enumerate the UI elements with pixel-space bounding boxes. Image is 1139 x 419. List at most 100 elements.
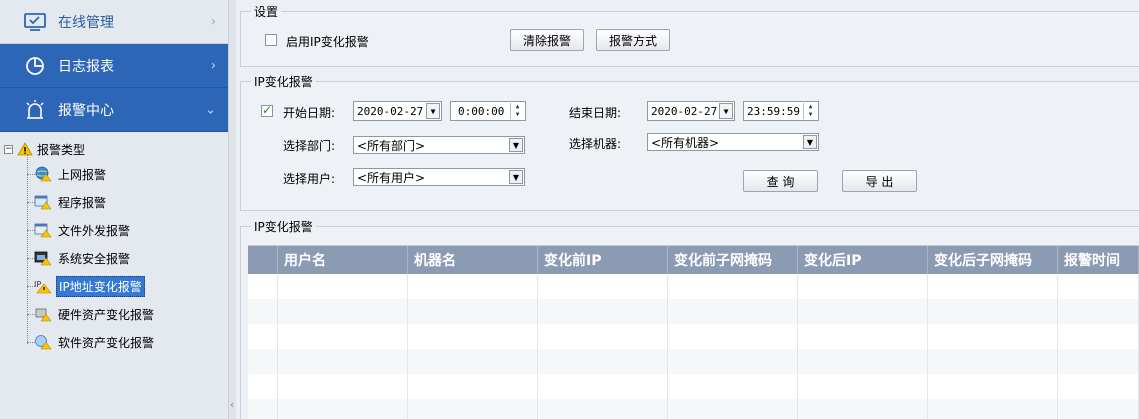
table-cell (408, 274, 538, 299)
column-header[interactable]: 变化前子网掩码 (668, 246, 798, 274)
table-cell (1058, 374, 1139, 399)
table-cell (798, 399, 928, 419)
table-row[interactable] (248, 349, 1139, 374)
table-row[interactable] (248, 399, 1139, 419)
spin-buttons[interactable]: ▲ ▼ (510, 103, 524, 119)
monitor-icon (24, 11, 46, 33)
machine-select[interactable]: <所有机器> ▼ (647, 133, 819, 151)
table-cell (668, 299, 798, 324)
table-cell (248, 399, 278, 419)
settings-legend: 设置 (254, 5, 279, 19)
table-cell (798, 324, 928, 349)
tree-item-label: 系统安全报警 (58, 251, 131, 266)
table-cell (928, 299, 1058, 324)
table-row[interactable] (248, 324, 1139, 349)
table-cell (798, 274, 928, 299)
column-header[interactable]: 报警时间 (1058, 246, 1139, 274)
alarm-icon (24, 99, 46, 121)
table-cell (278, 349, 408, 374)
tree-item-label: 硬件资产变化报警 (58, 307, 155, 322)
table-row[interactable] (248, 374, 1139, 399)
table-cell (928, 374, 1058, 399)
table-header: 用户名 机器名 变化前IP 变化前子网掩码 变化后IP 变化后子网掩码 报警时间 (248, 246, 1139, 274)
table-cell (538, 374, 668, 399)
start-date-checkbox[interactable] (261, 103, 273, 117)
start-time-spinner[interactable]: 0:00:00 ▲ ▼ (450, 101, 526, 121)
dropdown-arrow-icon[interactable]: ▼ (509, 138, 523, 152)
table-cell (928, 324, 1058, 349)
dropdown-arrow-icon[interactable]: ▼ (426, 103, 440, 119)
nav-alarm-center[interactable]: 报警中心 ⌄ (0, 88, 228, 132)
tree-item-label: IP地址变化报警 (56, 275, 145, 297)
table-cell (248, 349, 278, 374)
nav-log-reports[interactable]: 日志报表 › (0, 44, 228, 88)
tree-item-file-outbound-alarm[interactable]: 文件外发报警 (0, 216, 228, 244)
tree-item-label: 程序报警 (58, 195, 107, 210)
column-header[interactable]: 变化后子网掩码 (928, 246, 1058, 274)
tree-item-ip-change-alarm[interactable]: IP IP地址变化报警 (0, 272, 228, 300)
start-time-value: 0:00:00 (458, 104, 505, 118)
department-select[interactable]: <所有部门> ▼ (353, 136, 525, 154)
collapse-icon[interactable]: − (4, 144, 13, 154)
table-cell (408, 399, 538, 419)
table-cell (278, 274, 408, 299)
globe-warning-icon (34, 166, 52, 182)
dropdown-arrow-icon[interactable]: ▼ (509, 170, 523, 184)
table-cell (248, 374, 278, 399)
enable-ip-alarm-label: 启用IP变化报警 (286, 35, 369, 49)
column-header[interactable]: 变化后IP (798, 246, 928, 274)
column-header[interactable]: 用户名 (278, 246, 408, 274)
end-date-label: 结束日期: (569, 106, 622, 120)
table-cell (248, 324, 278, 349)
table-cell (538, 324, 668, 349)
table-cell (248, 274, 278, 299)
settings-group: 设置 (240, 3, 1139, 67)
enable-ip-alarm-checkbox[interactable] (265, 34, 277, 46)
table-cell (798, 374, 928, 399)
table-cell (278, 374, 408, 399)
spin-buttons[interactable]: ▲ ▼ (803, 103, 817, 119)
table-cell (408, 324, 538, 349)
collapse-arrow-icon[interactable]: ‹ (230, 398, 234, 411)
alarm-method-button[interactable]: 报警方式 (596, 29, 670, 51)
column-header[interactable]: 机器名 (408, 246, 538, 274)
clear-alarm-button[interactable]: 清除报警 (510, 29, 584, 51)
dropdown-arrow-icon[interactable]: ▼ (719, 103, 733, 119)
nav-online-management[interactable]: 在线管理 › (0, 0, 228, 44)
results-table[interactable]: 用户名 机器名 变化前IP 变化前子网掩码 变化后IP 变化后子网掩码 报警时间 (248, 245, 1139, 419)
table-body (248, 274, 1139, 419)
table-cell (248, 299, 278, 324)
end-time-spinner[interactable]: 23:59:59 ▲ ▼ (743, 101, 819, 121)
table-cell (408, 299, 538, 324)
table-row[interactable] (248, 299, 1139, 324)
nav-label: 在线管理 (58, 14, 114, 31)
tree-root-label: 报警类型 (37, 142, 86, 157)
sidebar-splitter[interactable]: ‹ (228, 0, 236, 419)
export-button[interactable]: 导 出 (842, 170, 917, 192)
software-warning-icon (34, 334, 52, 350)
pie-chart-icon (24, 55, 46, 77)
column-header[interactable]: 变化前IP (538, 246, 668, 274)
tree-root-alarm-types[interactable]: − 报警类型 (0, 138, 228, 160)
dropdown-arrow-icon[interactable]: ▼ (803, 135, 817, 149)
tree-item-hardware-change-alarm[interactable]: 硬件资产变化报警 (0, 300, 228, 328)
table-cell (1058, 299, 1139, 324)
table-cell (668, 324, 798, 349)
filter-legend: IP变化报警 (254, 75, 313, 89)
tree-item-software-change-alarm[interactable]: 软件资产变化报警 (0, 328, 228, 356)
table-cell (798, 349, 928, 374)
user-select[interactable]: <所有用户> ▼ (353, 168, 525, 186)
tree-item-system-security-alarm[interactable]: 系统安全报警 (0, 244, 228, 272)
chevron-right-icon: › (210, 58, 216, 73)
chevron-right-icon: › (210, 14, 216, 29)
table-cell (538, 399, 668, 419)
end-time-value: 23:59:59 (747, 104, 800, 118)
table-row[interactable] (248, 274, 1139, 299)
user-label: 选择用户: (283, 172, 336, 186)
tree-item-internet-alarm[interactable]: 上网报警 (0, 160, 228, 188)
query-button[interactable]: 查 询 (743, 170, 818, 192)
end-date-picker[interactable]: 2020-02-27 ▼ (647, 101, 735, 121)
start-date-picker[interactable]: 2020-02-27 ▼ (353, 101, 442, 121)
table-cell (278, 324, 408, 349)
tree-item-program-alarm[interactable]: 程序报警 (0, 188, 228, 216)
